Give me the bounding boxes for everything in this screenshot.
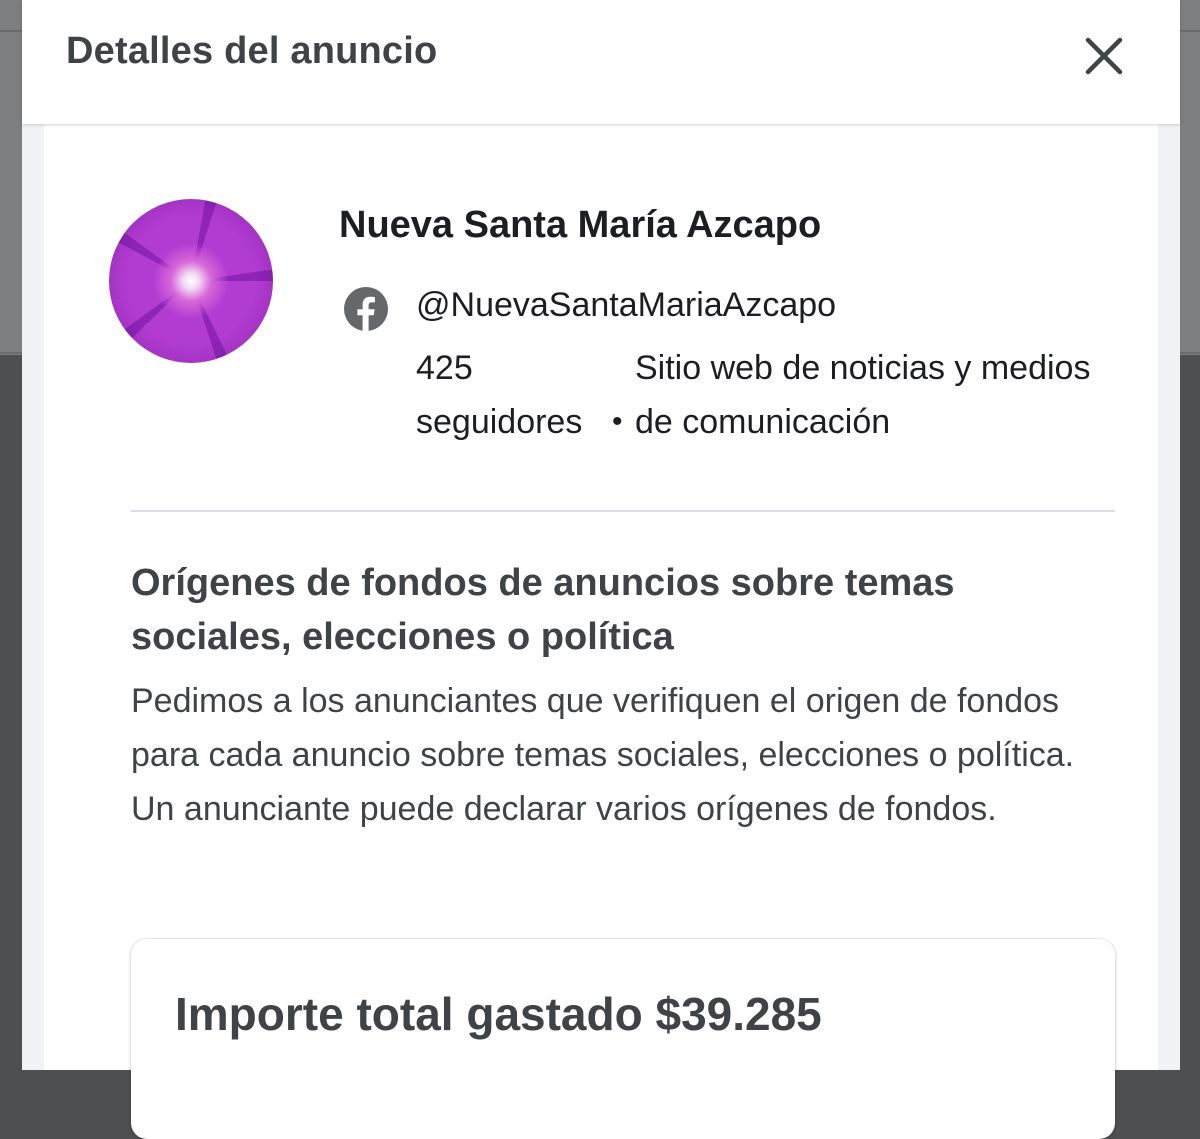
follower-count: 425 seguidores <box>416 349 583 441</box>
divider <box>131 510 1115 512</box>
advertiser-handle[interactable]: @NuevaSantaMariaAzcapo <box>416 286 836 325</box>
advertiser-avatar[interactable] <box>109 199 273 363</box>
backdrop-left <box>0 0 22 355</box>
separator-dot: • <box>612 405 623 438</box>
content-panel: Nueva Santa María Azcapo @NuevaSantaMari… <box>44 124 1158 1139</box>
close-icon <box>1085 37 1123 75</box>
facebook-icon <box>344 287 388 331</box>
advertiser-category: Sitio web de noticias y medios de comuni… <box>635 349 1091 441</box>
backdrop-right <box>1178 0 1200 355</box>
funding-sources-heading: Orígenes de fondos de anuncios sobre tem… <box>131 562 955 658</box>
ad-details-modal: Detalles del anuncio Nueva Santa María A… <box>22 0 1180 1139</box>
funding-sources-description: Pedimos a los anunciantes que verifiquen… <box>131 682 1075 828</box>
modal-title: Detalles del anuncio <box>66 30 438 72</box>
advertiser-name[interactable]: Nueva Santa María Azcapo <box>339 204 821 247</box>
total-spent: Importe total gastado $39.285 <box>175 988 822 1040</box>
close-button[interactable] <box>1076 28 1132 84</box>
modal-header: Detalles del anuncio <box>22 0 1180 124</box>
spend-card: Importe total gastado $39.285 <box>131 939 1115 1139</box>
